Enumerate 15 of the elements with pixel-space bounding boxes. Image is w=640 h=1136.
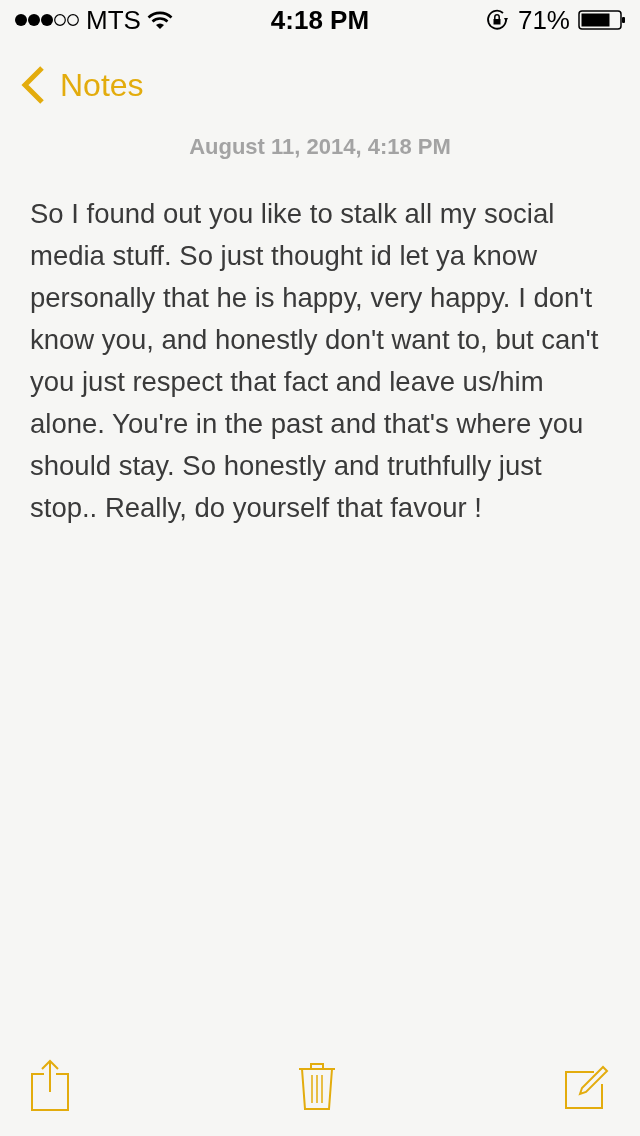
battery-percent: 71% <box>517 7 570 33</box>
trash-icon <box>298 1061 336 1111</box>
carrier-name: MTS <box>86 7 141 33</box>
note-body: So I found out you like to stalk all my social media stuff. So just thought id let ya know personally that he is happy, very happy. I don't know you, and honestly don't want to, but can't you just respect that fact and leave us/him alone. You're in the past and that's where you should stay. So honestly and truthfully just stop.. Really, do yourself that favour ! <box>29 197 600 525</box>
delete-button[interactable] <box>298 1061 336 1111</box>
signal-icon <box>14 12 80 28</box>
back-button[interactable]: Notes <box>20 65 144 105</box>
wifi-icon <box>146 10 173 30</box>
back-chevron-icon <box>20 65 46 105</box>
share-button[interactable] <box>30 1059 70 1113</box>
battery-icon <box>578 10 626 30</box>
status-time: 4:18 PM <box>270 7 370 33</box>
rotation-lock-icon <box>485 9 510 31</box>
share-icon <box>30 1059 70 1113</box>
note-date: August 11, 2014, 4:18 PM <box>189 133 451 161</box>
